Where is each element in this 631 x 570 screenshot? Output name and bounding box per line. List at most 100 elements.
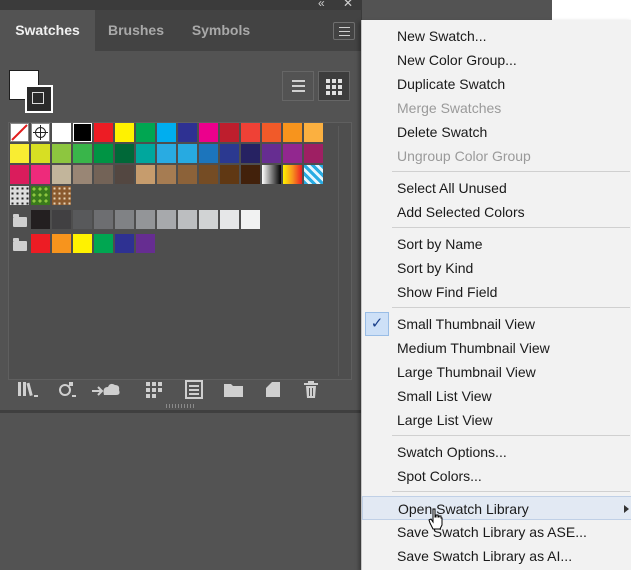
swatch-color[interactable] bbox=[10, 165, 29, 184]
swatch-color[interactable] bbox=[52, 210, 71, 229]
resize-grip-icon[interactable] bbox=[166, 404, 196, 408]
swatch-pattern[interactable] bbox=[10, 186, 29, 205]
menu-item-spot-colors[interactable]: Spot Colors... bbox=[362, 464, 631, 488]
swatch-registration[interactable] bbox=[31, 123, 50, 142]
swatch-color[interactable] bbox=[136, 144, 155, 163]
swatch-color[interactable] bbox=[31, 144, 50, 163]
swatch-color[interactable] bbox=[136, 165, 155, 184]
swatch-color[interactable] bbox=[115, 210, 134, 229]
swatch-color[interactable] bbox=[136, 234, 155, 253]
swatch-color[interactable] bbox=[52, 144, 71, 163]
swatch-gradient[interactable] bbox=[283, 165, 302, 184]
hamburger-menu-icon[interactable] bbox=[333, 22, 355, 40]
list-view-button[interactable] bbox=[282, 71, 314, 101]
swatch-color[interactable] bbox=[220, 123, 239, 142]
swatch-options-grid-icon[interactable] bbox=[144, 379, 166, 401]
swatch-color[interactable] bbox=[73, 165, 92, 184]
menu-item-add-selected-colors[interactable]: Add Selected Colors bbox=[362, 200, 631, 224]
menu-item-sort-by-name[interactable]: Sort by Name bbox=[362, 232, 631, 256]
swatch-color[interactable] bbox=[73, 123, 92, 142]
folder-icon[interactable] bbox=[222, 379, 246, 401]
new-swatch-icon[interactable] bbox=[263, 379, 285, 401]
swatch-color[interactable] bbox=[178, 144, 197, 163]
swatch-color[interactable] bbox=[283, 123, 302, 142]
swatch-color[interactable] bbox=[115, 123, 134, 142]
swatch-color[interactable] bbox=[31, 210, 50, 229]
swatch-color[interactable] bbox=[241, 123, 260, 142]
swatch-pattern[interactable] bbox=[31, 186, 50, 205]
swatch-color[interactable] bbox=[52, 234, 71, 253]
swatch-color[interactable] bbox=[220, 165, 239, 184]
swatch-color[interactable] bbox=[94, 144, 113, 163]
swatch-color[interactable] bbox=[178, 165, 197, 184]
double-chevron-left-icon[interactable]: « bbox=[318, 0, 325, 10]
menu-item-small-thumbnail-view[interactable]: ✓ Small Thumbnail View bbox=[362, 312, 631, 336]
stroke-color-box[interactable] bbox=[25, 85, 53, 113]
swatch-color[interactable] bbox=[199, 210, 218, 229]
swatch-color[interactable] bbox=[157, 210, 176, 229]
scrollbar[interactable] bbox=[338, 126, 350, 376]
tab-symbols[interactable]: Symbols bbox=[177, 10, 265, 51]
swatch-color[interactable] bbox=[73, 234, 92, 253]
menu-item-save-swatch-library-as-ase[interactable]: Save Swatch Library as ASE... bbox=[362, 520, 631, 544]
swatch-color[interactable] bbox=[94, 165, 113, 184]
swatch-color[interactable] bbox=[136, 210, 155, 229]
new-color-group-icon[interactable] bbox=[184, 379, 206, 401]
swatch-color[interactable] bbox=[10, 144, 29, 163]
menu-item-sort-by-kind[interactable]: Sort by Kind bbox=[362, 256, 631, 280]
swatch-color[interactable] bbox=[199, 165, 218, 184]
swatch-color[interactable] bbox=[220, 210, 239, 229]
swatch-color[interactable] bbox=[283, 144, 302, 163]
swatch-color[interactable] bbox=[136, 123, 155, 142]
swatch-pattern[interactable] bbox=[52, 186, 71, 205]
swatch-color[interactable] bbox=[73, 210, 92, 229]
menu-item-new-swatch[interactable]: New Swatch... bbox=[362, 24, 631, 48]
swatch-color[interactable] bbox=[241, 165, 260, 184]
color-group-folder-icon[interactable] bbox=[13, 214, 27, 227]
place-swatches-cc-icon[interactable] bbox=[90, 379, 122, 401]
swatch-color[interactable] bbox=[115, 144, 134, 163]
menu-item-open-swatch-library[interactable]: Open Swatch Library bbox=[362, 496, 631, 520]
tab-swatches[interactable]: Swatches bbox=[0, 10, 95, 51]
menu-item-delete-swatch[interactable]: Delete Swatch bbox=[362, 120, 631, 144]
swatch-color[interactable] bbox=[304, 123, 323, 142]
menu-item-show-find-field[interactable]: Show Find Field bbox=[362, 280, 631, 304]
show-kinds-icon[interactable] bbox=[56, 379, 78, 401]
menu-item-medium-thumbnail-view[interactable]: Medium Thumbnail View bbox=[362, 336, 631, 360]
swatch-color[interactable] bbox=[157, 123, 176, 142]
swatch-color[interactable] bbox=[199, 123, 218, 142]
swatch-color[interactable] bbox=[220, 144, 239, 163]
menu-item-swatch-options[interactable]: Swatch Options... bbox=[362, 440, 631, 464]
delete-trash-icon[interactable] bbox=[301, 379, 323, 401]
swatch-color[interactable] bbox=[178, 210, 197, 229]
swatch-color[interactable] bbox=[52, 123, 71, 142]
menu-item-large-list-view[interactable]: Large List View bbox=[362, 408, 631, 432]
swatch-none[interactable] bbox=[10, 123, 29, 142]
menu-item-duplicate-swatch[interactable]: Duplicate Swatch bbox=[362, 72, 631, 96]
swatch-color[interactable] bbox=[94, 123, 113, 142]
thumbnail-view-button[interactable] bbox=[318, 71, 350, 101]
color-group-folder-icon[interactable] bbox=[13, 238, 27, 251]
swatch-color[interactable] bbox=[94, 210, 113, 229]
menu-item-small-list-view[interactable]: Small List View bbox=[362, 384, 631, 408]
menu-item-new-color-group[interactable]: New Color Group... bbox=[362, 48, 631, 72]
menu-item-large-thumbnail-view[interactable]: Large Thumbnail View bbox=[362, 360, 631, 384]
swatch-color[interactable] bbox=[241, 144, 260, 163]
swatch-color[interactable] bbox=[241, 210, 260, 229]
swatch-color[interactable] bbox=[199, 144, 218, 163]
swatch-color[interactable] bbox=[73, 144, 92, 163]
swatch-color[interactable] bbox=[157, 144, 176, 163]
swatch-color[interactable] bbox=[178, 123, 197, 142]
swatch-color[interactable] bbox=[262, 144, 281, 163]
swatch-gradient[interactable] bbox=[262, 165, 281, 184]
menu-item-save-swatch-library-as-ai[interactable]: Save Swatch Library as AI... bbox=[362, 544, 631, 568]
swatch-color[interactable] bbox=[304, 144, 323, 163]
swatch-color[interactable] bbox=[52, 165, 71, 184]
swatch-color[interactable] bbox=[157, 165, 176, 184]
swatch-gradient[interactable] bbox=[304, 165, 323, 184]
swatch-color[interactable] bbox=[262, 123, 281, 142]
swatch-color[interactable] bbox=[115, 234, 134, 253]
swatch-color[interactable] bbox=[115, 165, 134, 184]
close-icon[interactable]: ✕ bbox=[343, 0, 353, 10]
swatch-libraries-menu-icon[interactable] bbox=[16, 379, 40, 401]
